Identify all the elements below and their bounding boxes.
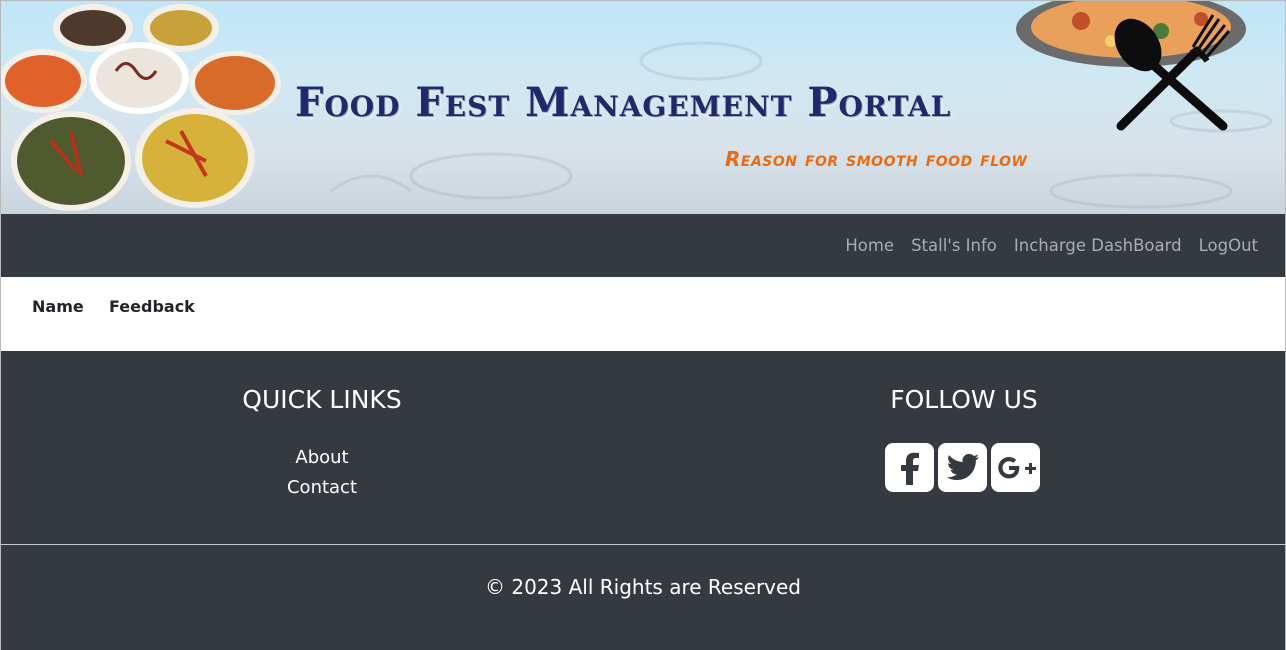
nav-logout[interactable]: LogOut <box>1199 236 1258 255</box>
footer-link-contact[interactable]: Contact <box>1 473 643 503</box>
column-header-name: Name <box>32 297 84 316</box>
nav-stalls-info[interactable]: Stall's Info <box>911 236 997 255</box>
google-plus-icon[interactable] <box>991 443 1040 492</box>
column-header-feedback: Feedback <box>109 297 195 316</box>
feedback-table: Name Feedback <box>1 277 1285 351</box>
site-title: Food Fest Management Portal <box>295 79 952 126</box>
facebook-icon[interactable] <box>885 443 934 492</box>
footer: QUICK LINKS FOLLOW US About Contact © 20… <box>1 351 1285 650</box>
header-banner: Food Fest Management Portal Reason for s… <box>1 1 1285 214</box>
copyright-text: © 2023 All Rights are Reserved <box>485 575 801 599</box>
nav-home[interactable]: Home <box>845 236 894 255</box>
footer-link-about[interactable]: About <box>1 443 643 473</box>
social-icons <box>885 443 1040 492</box>
follow-us-title: FOLLOW US <box>890 385 1038 414</box>
footer-divider <box>1 544 1285 545</box>
page: Food Fest Management Portal Reason for s… <box>0 0 1286 650</box>
nav-incharge-dashboard[interactable]: Incharge DashBoard <box>1014 236 1182 255</box>
site-tagline: Reason for smooth food flow <box>725 147 1028 171</box>
quick-links-list: About Contact <box>1 443 643 503</box>
quick-links-title: QUICK LINKS <box>242 385 402 414</box>
main-navbar: Home Stall's Info Incharge DashBoard Log… <box>1 214 1285 277</box>
twitter-icon[interactable] <box>938 443 987 492</box>
food-bowls-image <box>1 4 281 211</box>
nav-menu: Home Stall's Info Incharge DashBoard Log… <box>845 214 1258 277</box>
